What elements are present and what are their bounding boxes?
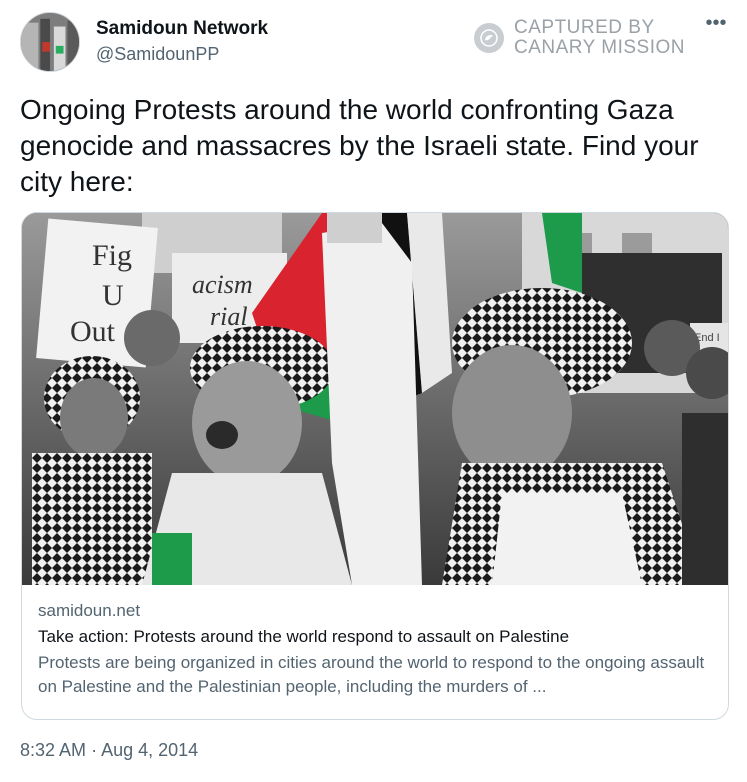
watermark-text: CAPTURED BY CANARY MISSION	[514, 18, 685, 58]
tweet-timestamp: 8:32 AM · Aug 4, 2014	[20, 740, 198, 761]
card-image: Fig U Out acism rial End I	[22, 213, 728, 585]
card-domain: samidoun.net	[38, 601, 141, 620]
author-handle[interactable]: @SamidounPP	[96, 44, 219, 65]
link-card[interactable]: Fig U Out acism rial End I samidoun.net …	[21, 212, 729, 720]
card-title: Take action: Protests around the world r…	[38, 627, 570, 646]
sign-text-4: acism	[192, 270, 253, 299]
card-description: Protests are being organized in cities a…	[38, 653, 705, 696]
avatar-image	[21, 13, 79, 71]
watermark-line1: CAPTURED BY	[514, 17, 655, 38]
tweet: Samidoun Network @SamidounPP CAPTURED BY…	[0, 0, 747, 782]
tweet-text: Ongoing Protests around the world confro…	[20, 94, 699, 197]
tweet-time[interactable]: 8:32 AM	[20, 740, 86, 760]
sign-text-3: Out	[70, 315, 116, 348]
sign-text-2: U	[102, 279, 124, 312]
card-meta: samidoun.net Take action: Protests aroun…	[38, 599, 712, 699]
timestamp-separator: ·	[91, 740, 98, 760]
avatar[interactable]	[20, 12, 80, 72]
canary-bird-icon	[474, 23, 504, 53]
more-options-icon[interactable]: •••	[702, 13, 730, 36]
sign-text-5: rial	[210, 302, 248, 331]
watermark: CAPTURED BY CANARY MISSION	[474, 18, 685, 58]
tweet-date[interactable]: Aug 4, 2014	[101, 740, 198, 760]
watermark-line2: CANARY MISSION	[514, 37, 686, 58]
author-display-name[interactable]: Samidoun Network	[96, 18, 268, 40]
sign-text-1: Fig	[92, 239, 132, 272]
